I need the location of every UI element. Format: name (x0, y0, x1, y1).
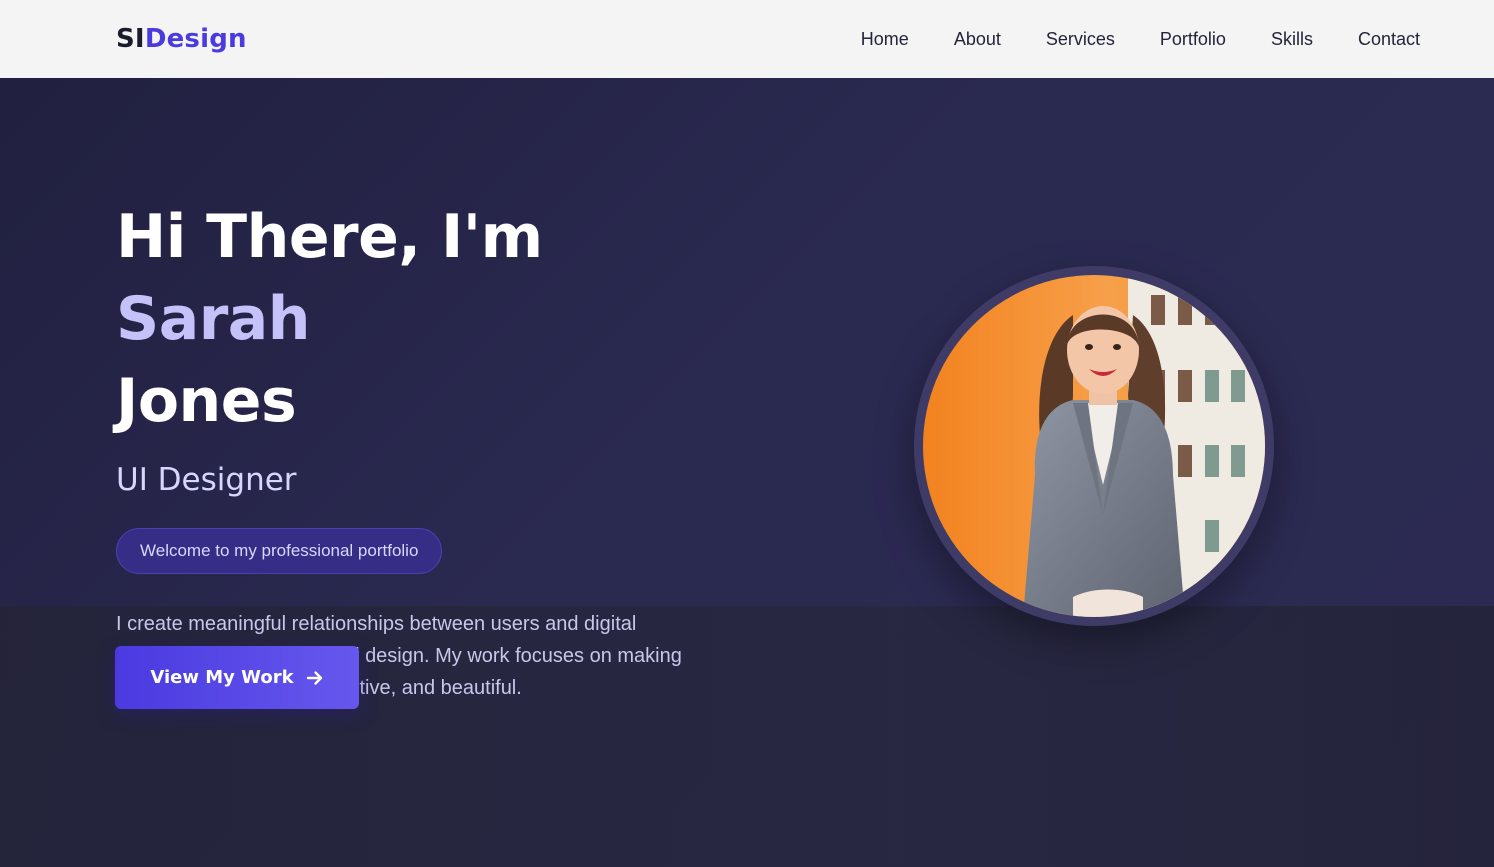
hero-title: Hi There, I'm Sarah Jones (116, 196, 756, 442)
navbar: SIDesign Home About Services Portfolio S… (0, 0, 1494, 78)
welcome-badge: Welcome to my professional portfolio (116, 528, 443, 574)
nav-link-home[interactable]: Home (861, 29, 909, 50)
hero-title-surname: Jones (116, 366, 297, 436)
nav-link-contact[interactable]: Contact (1358, 29, 1420, 50)
logo-text-design: Design (144, 24, 247, 54)
nav-link-about[interactable]: About (954, 29, 1001, 50)
logo-text-si: SI (116, 24, 145, 54)
hero-title-name: Sarah (116, 284, 311, 354)
hero-section: Hi There, I'm Sarah Jones UI Designer We… (0, 78, 1494, 867)
hero-role: UI Designer (116, 462, 297, 498)
nav-link-skills[interactable]: Skills (1271, 29, 1313, 50)
arrow-right-icon (306, 670, 322, 685)
view-my-work-label: View My Work (150, 667, 294, 688)
site-logo[interactable]: SIDesign (116, 24, 247, 54)
hero-text-block: Hi There, I'm Sarah Jones UI Designer We… (116, 196, 756, 704)
profile-photo-frame (914, 266, 1274, 626)
nav-link-portfolio[interactable]: Portfolio (1160, 29, 1226, 50)
main-nav: Home About Services Portfolio Skills Con… (861, 29, 1420, 50)
hero-title-greeting: Hi There, I'm (116, 202, 543, 272)
profile-photo (923, 275, 1265, 617)
profile-photo-illustration (923, 275, 1265, 617)
view-my-work-button[interactable]: View My Work (115, 646, 359, 709)
nav-link-services[interactable]: Services (1046, 29, 1115, 50)
